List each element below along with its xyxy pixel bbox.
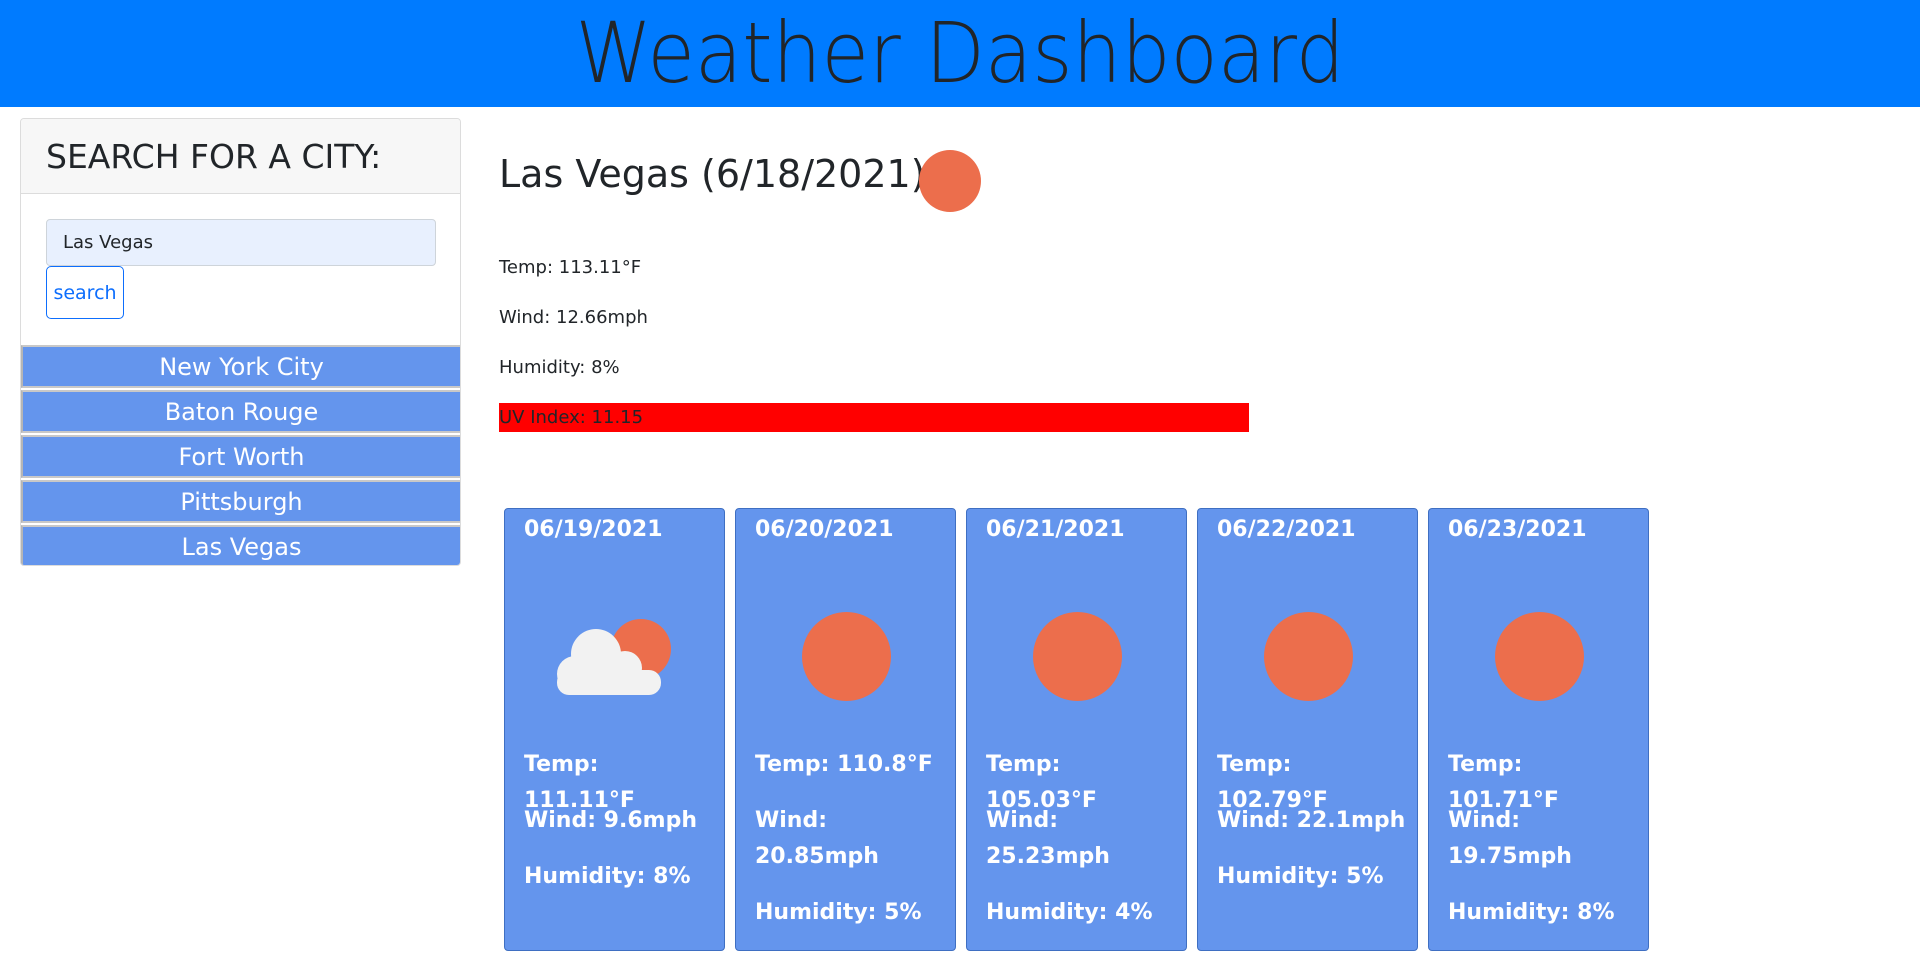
uv-index-label: UV Index: 11.15	[499, 407, 644, 428]
forecast-humidity: Humidity: 8%	[524, 864, 691, 889]
app-header: Weather Dashboard	[0, 0, 1920, 107]
sun-icon	[1495, 612, 1584, 701]
city-search-input[interactable]	[46, 219, 436, 266]
forecast-card: 06/21/2021 Temp: 105.03°F Wind: 25.23mph…	[966, 508, 1187, 951]
current-city-title: Las Vegas (6/18/2021)	[499, 152, 926, 196]
forecast-humidity: Humidity: 8%	[1448, 900, 1615, 925]
forecast-date: 06/20/2021	[755, 517, 894, 542]
forecast-date: 06/22/2021	[1217, 517, 1356, 542]
forecast-temp: Temp: 110.8°F	[755, 752, 933, 777]
forecast-card: 06/22/2021 Temp: 102.79°F Wind: 22.1mph …	[1197, 508, 1418, 951]
forecast-wind: Wind: 19.75mph	[1448, 808, 1572, 869]
forecast-card: 06/19/2021 Temp: 111.11°F Wind: 9.6mph H…	[504, 508, 725, 951]
history-item-baton-rouge[interactable]: Baton Rouge	[21, 390, 460, 433]
page-title: Weather Dashboard	[575, 4, 1345, 102]
forecast-card: 06/23/2021 Temp: 101.71°F Wind: 19.75mph…	[1428, 508, 1649, 951]
forecast-wind: Wind: 20.85mph	[755, 808, 879, 869]
sun-icon	[1033, 612, 1122, 701]
history-item-las-vegas[interactable]: Las Vegas	[21, 525, 460, 565]
forecast-date: 06/19/2021	[524, 517, 663, 542]
search-panel-header: SEARCH FOR A CITY:	[21, 119, 460, 194]
sun-icon	[919, 150, 981, 212]
partly-cloudy-icon	[557, 619, 671, 695]
search-history: New York City Baton Rouge Fort Worth Pit…	[21, 345, 460, 565]
current-temp: Temp: 113.11°F	[499, 257, 642, 278]
sun-icon	[1264, 612, 1353, 701]
history-item-new-york-city[interactable]: New York City	[21, 345, 460, 388]
forecast-card: 06/20/2021 Temp: 110.8°F Wind: 20.85mph …	[735, 508, 956, 951]
forecast-date: 06/23/2021	[1448, 517, 1587, 542]
forecast-wind: Wind: 9.6mph	[524, 808, 697, 833]
forecast-date: 06/21/2021	[986, 517, 1125, 542]
search-button[interactable]: search	[46, 266, 124, 319]
history-item-pittsburgh[interactable]: Pittsburgh	[21, 480, 460, 523]
search-heading: SEARCH FOR A CITY:	[46, 136, 382, 176]
forecast-humidity: Humidity: 4%	[986, 900, 1153, 925]
forecast-humidity: Humidity: 5%	[1217, 864, 1384, 889]
sun-icon	[802, 612, 891, 701]
search-panel: SEARCH FOR A CITY: search New York City …	[20, 118, 461, 566]
history-item-fort-worth[interactable]: Fort Worth	[21, 435, 460, 478]
forecast-wind: Wind: 22.1mph	[1217, 808, 1406, 833]
uv-index-bar: UV Index: 11.15	[499, 403, 1249, 432]
forecast-humidity: Humidity: 5%	[755, 900, 922, 925]
current-wind: Wind: 12.66mph	[499, 307, 648, 328]
current-humidity: Humidity: 8%	[499, 357, 620, 378]
forecast-wind: Wind: 25.23mph	[986, 808, 1110, 869]
